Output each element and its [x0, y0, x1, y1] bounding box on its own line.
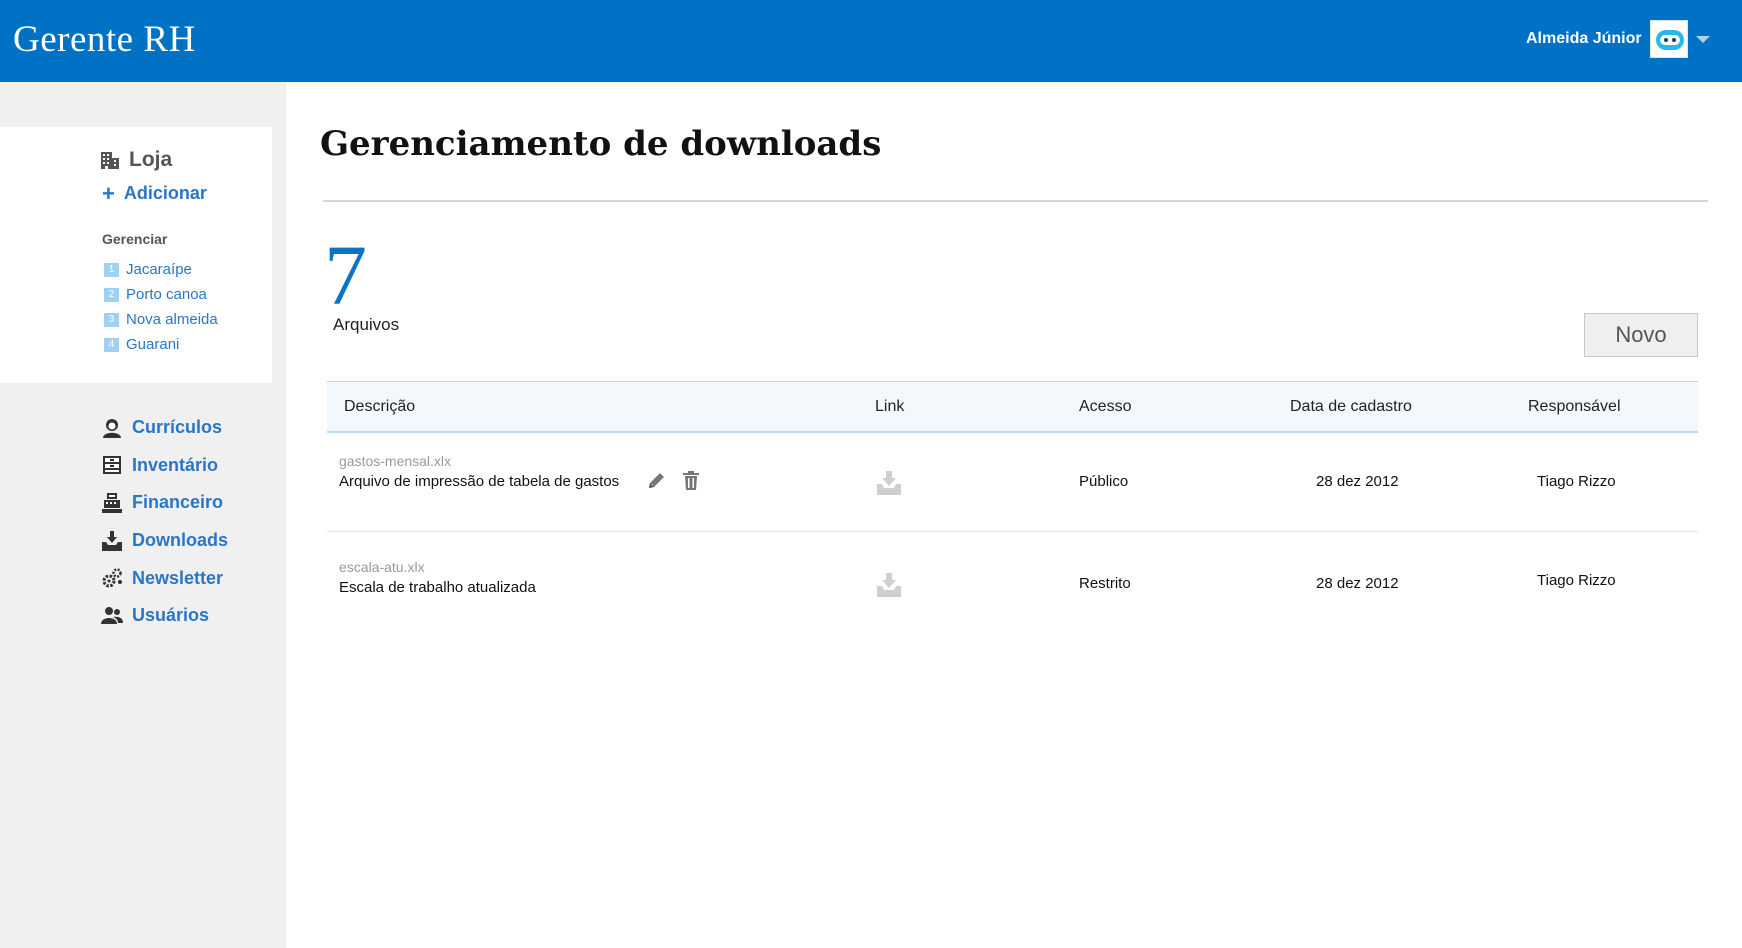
users-icon — [100, 605, 124, 627]
top-bar: Gerente RH Almeida Júnior — [0, 0, 1742, 82]
add-label: Adicionar — [123, 183, 207, 203]
branch-item[interactable]: 1 Jacaraípe — [104, 257, 218, 282]
sidebar: Loja + Adicionar Gerenciar 1 Jacaraípe 2… — [0, 82, 286, 948]
building-icon — [101, 152, 119, 169]
column-header[interactable]: Link — [875, 398, 904, 416]
nav-label: Currículos — [132, 417, 223, 438]
nav-label: Inventário — [132, 454, 219, 475]
cash-register-icon — [100, 492, 124, 514]
inventory-icon — [100, 454, 124, 476]
owner-cell: Tiago Rizzo — [1537, 473, 1616, 490]
branch-item[interactable]: 3 Nova almeida — [104, 307, 218, 332]
edit-pencil-icon[interactable] — [646, 471, 666, 496]
column-header[interactable]: Data de cadastro — [1290, 398, 1412, 416]
download-icon[interactable] — [876, 572, 902, 603]
user-profile-icon — [100, 417, 124, 439]
user-name[interactable]: Almeida Júnior — [1526, 30, 1642, 48]
app-title[interactable]: Gerente RH — [13, 18, 196, 61]
gears-icon — [100, 567, 124, 589]
branch-name: Jacaraípe — [126, 261, 192, 278]
store-card: Loja + Adicionar Gerenciar 1 Jacaraípe 2… — [0, 127, 272, 383]
branch-number-badge: 1 — [104, 262, 119, 277]
store-title[interactable]: Loja — [100, 147, 172, 173]
column-header[interactable]: Descrição — [344, 398, 415, 416]
nav-label: Financeiro — [132, 492, 224, 513]
branch-list: 1 Jacaraípe 2 Porto canoa 3 Nova almeida… — [104, 257, 218, 357]
file-name: escala-atu.xlx — [339, 559, 425, 575]
branch-name: Porto canoa — [126, 286, 207, 303]
downloads-table: Descrição Link Acesso Data de cadastro R… — [327, 381, 1698, 632]
owner-cell: Tiago Rizzo — [1537, 572, 1616, 589]
table-header: Descrição Link Acesso Data de cadastro R… — [327, 381, 1698, 433]
trash-icon[interactable] — [681, 470, 701, 496]
nav-item-inventario[interactable]: Inventário — [100, 447, 228, 485]
robot-avatar-icon — [1656, 30, 1684, 50]
add-store-link[interactable]: + Adicionar — [102, 180, 207, 206]
date-cell: 28 dez 2012 — [1316, 473, 1399, 490]
new-file-button[interactable]: Novo — [1584, 313, 1698, 357]
download-icon[interactable] — [876, 470, 902, 501]
file-description: Arquivo de impressão de tabela de gastos — [339, 473, 620, 490]
branch-name: Guarani — [126, 336, 180, 353]
branch-item[interactable]: 2 Porto canoa — [104, 282, 218, 307]
plus-icon: + — [102, 180, 115, 206]
nav-item-usuarios[interactable]: Usuários — [100, 597, 228, 635]
title-divider — [323, 200, 1708, 202]
column-header[interactable]: Responsável — [1528, 398, 1621, 416]
nav-label: Usuários — [132, 605, 210, 626]
branch-number-badge: 4 — [104, 337, 119, 352]
table-row: escala-atu.xlx Escala de trabalho atuali… — [327, 532, 1698, 632]
nav-item-newsletter[interactable]: Newsletter — [100, 559, 228, 597]
download-tray-icon — [100, 530, 124, 552]
access-cell: Público — [1079, 473, 1129, 490]
column-header[interactable]: Acesso — [1079, 398, 1131, 416]
file-count: 7 — [324, 227, 367, 323]
manage-heading: Gerenciar — [102, 231, 168, 247]
file-description: Escala de trabalho atualizada — [339, 579, 536, 596]
nav-label: Newsletter — [132, 567, 224, 588]
branch-number-badge: 2 — [104, 287, 119, 302]
page-title: Gerenciamento de downloads — [320, 124, 882, 164]
access-cell: Restrito — [1079, 575, 1131, 592]
table-row: gastos-mensal.xlx Arquivo de impressão d… — [327, 433, 1698, 532]
nav-item-financeiro[interactable]: Financeiro — [100, 484, 228, 522]
avatar[interactable] — [1650, 20, 1688, 58]
date-cell: 28 dez 2012 — [1316, 575, 1399, 592]
branch-item[interactable]: 4 Guarani — [104, 332, 218, 357]
nav-label: Downloads — [132, 530, 229, 551]
file-name: gastos-mensal.xlx — [339, 453, 452, 469]
file-count-label: Arquivos — [333, 315, 400, 334]
main-nav: Currículos Inventário Financeiro Downloa… — [100, 409, 228, 635]
nav-item-downloads[interactable]: Downloads — [100, 522, 228, 560]
user-menu-caret-icon[interactable] — [1696, 36, 1710, 43]
nav-item-curriculos[interactable]: Currículos — [100, 409, 228, 447]
branch-number-badge: 3 — [104, 312, 119, 327]
branch-name: Nova almeida — [126, 311, 218, 328]
store-label: Loja — [129, 148, 173, 171]
